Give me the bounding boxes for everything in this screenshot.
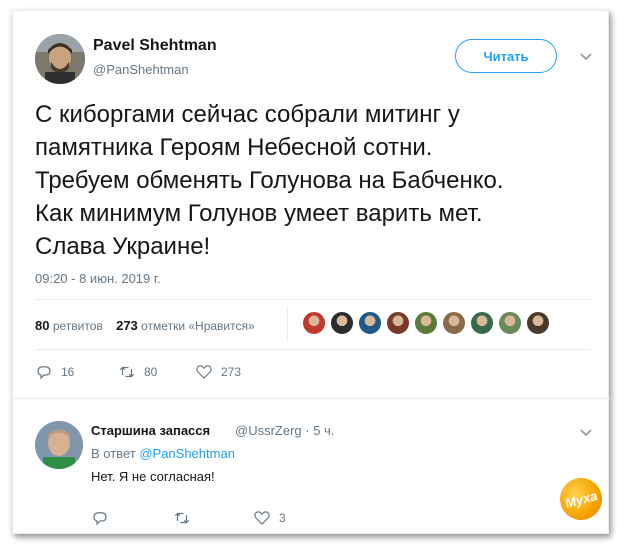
tweet-timestamp[interactable]: 09:20 - 8 июн. 2019 г. [35, 271, 161, 286]
reply-author-name[interactable]: Старшина запасся [91, 423, 210, 438]
heart-icon [196, 365, 212, 379]
tweet-text-line: Требуем обменять Голунова на Бабченко. [35, 167, 504, 194]
follow-button[interactable]: Читать [455, 39, 557, 73]
divider [35, 299, 591, 300]
reply-to-handle[interactable]: @PanShehtman [139, 446, 235, 461]
liker-avatar[interactable] [330, 311, 354, 335]
tweet-text-line: Слава Украине! [35, 233, 211, 260]
divider [287, 307, 288, 341]
retweets-count[interactable]: 80 [35, 318, 49, 333]
like-action[interactable]: 3 [253, 509, 286, 527]
engagement-stats: 80 ретвитов 273 отметки «Нравится» [35, 318, 255, 333]
reply-to-prefix: В ответ [91, 446, 136, 461]
liker-avatar[interactable] [386, 311, 410, 335]
chevron-down-icon[interactable] [579, 425, 593, 443]
liker-avatar[interactable] [414, 311, 438, 335]
reply-author-handle[interactable]: @UssrZerg · 5 ч. [235, 423, 334, 438]
like-count: 273 [221, 365, 242, 379]
like-action[interactable]: 273 [195, 363, 241, 381]
liker-avatar[interactable] [358, 311, 382, 335]
reply-icon [37, 366, 51, 380]
liker-avatar[interactable] [470, 311, 494, 335]
divider [13, 398, 610, 399]
tweet-text-line: С киборгами сейчас собрали митинг у [35, 101, 460, 128]
heart-icon [254, 511, 270, 525]
retweet-action[interactable]: 80 [118, 363, 157, 381]
reply-action[interactable] [91, 509, 117, 527]
reply-text: Нет. Я не согласная! [91, 469, 215, 484]
divider [35, 349, 591, 350]
tweet-text: С киборгами сейчас собрали митинг у памя… [35, 98, 595, 263]
reply-icon [93, 512, 107, 526]
reply-action[interactable]: 16 [35, 363, 74, 381]
retweet-action[interactable] [173, 509, 199, 527]
author-name[interactable]: Pavel Shehtman [93, 37, 217, 55]
reply-author-avatar[interactable] [35, 421, 83, 469]
liker-avatar[interactable] [526, 311, 550, 335]
retweet-count: 80 [144, 365, 158, 379]
retweet-icon [174, 512, 190, 524]
like-count: 3 [279, 511, 286, 525]
liker-avatar[interactable] [498, 311, 522, 335]
liker-avatar[interactable] [442, 311, 466, 335]
reply-to: В ответ @PanShehtman [91, 446, 235, 461]
author-avatar[interactable] [35, 34, 85, 84]
author-handle[interactable]: @PanShehtman [93, 62, 189, 77]
tweet-text-line: памятника Героям Небесной сотни. [35, 134, 433, 161]
chevron-down-icon[interactable] [579, 49, 593, 67]
tweet-text-line: Как минимум Голунов умеет варить мет. [35, 200, 483, 227]
liker-avatar[interactable] [302, 311, 326, 335]
reply-count: 16 [61, 365, 75, 379]
retweet-icon [119, 366, 135, 378]
tweet-card: Pavel Shehtman @PanShehtman Читать С киб… [12, 10, 610, 534]
likes-label[interactable]: отметки «Нравится» [141, 319, 255, 333]
likes-count[interactable]: 273 [116, 318, 138, 333]
retweets-label[interactable]: ретвитов [53, 319, 103, 333]
